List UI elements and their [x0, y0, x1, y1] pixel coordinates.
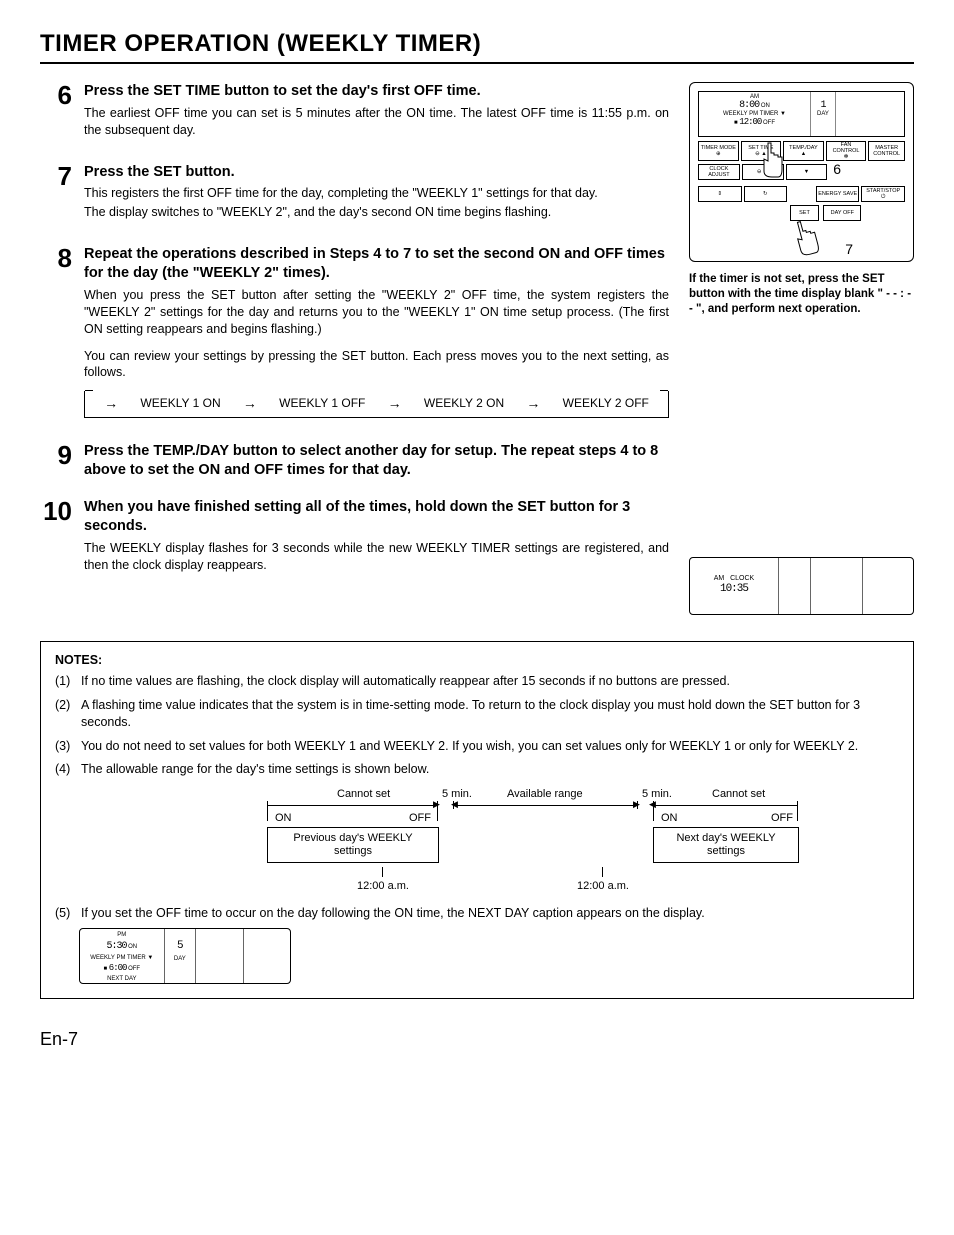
flow-item: WEEKLY 2 OFF: [563, 396, 649, 410]
flow-item: WEEKLY 1 OFF: [279, 396, 365, 410]
lcd-day: DAY: [174, 956, 186, 962]
lcd-time-on: 8:00: [739, 100, 759, 111]
arrow-icon: →: [388, 395, 402, 411]
step-title: When you have finished setting all of th…: [84, 498, 669, 536]
step-title: Repeat the operations described in Steps…: [84, 245, 669, 283]
temp-down-button[interactable]: ▼: [786, 164, 828, 180]
lcd-time-off: 6:00: [109, 963, 127, 973]
fan-control-button[interactable]: FAN CONTROL✻: [826, 141, 867, 161]
step-9: 9 Press the TEMP./DAY button to select a…: [40, 442, 669, 484]
arrow-icon: →: [526, 395, 540, 411]
right-column: AM 8:00 ON WEEKLY PM TIMER ▼ ■ 12:00 OFF…: [689, 82, 914, 615]
label-midnight: 12:00 a.m.: [577, 879, 629, 894]
lcd-timer: TIMER: [127, 955, 146, 961]
step-title: Press the SET button.: [84, 163, 669, 182]
label-off: OFF: [409, 811, 431, 826]
lcd-off: OFF: [763, 120, 775, 126]
lcd-am: AM: [714, 575, 725, 582]
note-text: If no time values are flashing, the cloc…: [81, 673, 730, 691]
lcd-weekly: WEEKLY: [90, 955, 114, 961]
start-stop-button[interactable]: START/STOP ⏻: [861, 186, 905, 202]
step-number: 9: [40, 442, 74, 484]
lcd-off: OFF: [128, 966, 140, 972]
step-title: Press the SET TIME button to set the day…: [84, 82, 669, 101]
label-off: OFF: [771, 811, 793, 826]
step-title: Press the TEMP./DAY button to select ano…: [84, 442, 669, 480]
lcd-on: ON: [128, 944, 137, 950]
next-settings-box: Next day's WEEKLY settings: [653, 827, 799, 863]
note-text: A flashing time value indicates that the…: [81, 697, 899, 732]
lcd-next-day: NEXT DAY: [107, 976, 136, 982]
page-number: En-7: [40, 1029, 914, 1050]
remote-diagram: AM 8:00 ON WEEKLY PM TIMER ▼ ■ 12:00 OFF…: [689, 82, 914, 262]
step-number: 10: [40, 498, 74, 583]
flow-item: WEEKLY 1 ON: [140, 396, 220, 410]
refresh-button[interactable]: ↻: [744, 186, 788, 202]
step-number: 6: [40, 82, 74, 149]
remote-note: If the timer is not set, press the SET b…: [689, 272, 914, 317]
note-number: (4): [55, 761, 77, 779]
hand-pointer-icon: [756, 141, 786, 181]
note-number: (1): [55, 673, 77, 691]
clock-adjust-button[interactable]: CLOCK ADJUST: [698, 164, 740, 180]
lcd-clock-label: CLOCK: [730, 575, 754, 582]
lcd-timer: TIMER: [760, 111, 779, 117]
callout-7: 7: [845, 241, 853, 257]
step-10: 10 When you have finished setting all of…: [40, 498, 669, 583]
flow-item: WEEKLY 2 ON: [424, 396, 504, 410]
step-6: 6 Press the SET TIME button to set the d…: [40, 82, 669, 149]
step-text: The WEEKLY display flashes for 3 seconds…: [84, 540, 669, 574]
notes-title: NOTES:: [55, 652, 899, 670]
master-control-button[interactable]: MASTER CONTROL: [868, 141, 905, 161]
label-5min: 5 min.: [642, 787, 672, 802]
lcd-time-on: 5:30: [106, 941, 126, 952]
swap-button[interactable]: ⇕: [698, 186, 742, 202]
notes-box: NOTES: (1)If no time values are flashing…: [40, 641, 914, 1000]
step-text: This registers the first OFF time for th…: [84, 185, 669, 221]
label-on: ON: [275, 811, 292, 826]
note-number: (2): [55, 697, 77, 732]
page-title: TIMER OPERATION (WEEKLY TIMER): [40, 30, 914, 64]
lcd-time-off: 12:00: [739, 117, 761, 127]
step-7: 7 Press the SET button. This registers t…: [40, 163, 669, 232]
label-available: Available range: [507, 787, 583, 802]
note-text: You do not need to set values for both W…: [81, 738, 858, 756]
arrow-icon: →: [243, 395, 257, 411]
step-text: The earliest OFF time you can set is 5 m…: [84, 105, 669, 139]
lcd-day: DAY: [817, 111, 829, 117]
day-off-button[interactable]: DAY OFF: [823, 205, 861, 221]
note-text: If you set the OFF time to occur on the …: [81, 905, 705, 923]
hand-pointer-icon: [785, 216, 824, 262]
energy-save-button[interactable]: ENERGY SAVE: [816, 186, 860, 202]
step-number: 8: [40, 245, 74, 418]
label-on: ON: [661, 811, 678, 826]
lcd-day-num: 1: [820, 100, 825, 111]
step-number: 7: [40, 163, 74, 232]
callout-6: 6: [833, 161, 841, 177]
label-cannot-set: Cannot set: [337, 787, 390, 802]
step-8: 8 Repeat the operations described in Ste…: [40, 245, 669, 418]
note-number: (5): [55, 905, 77, 923]
remote-display: AM 8:00 ON WEEKLY PM TIMER ▼ ■ 12:00 OFF…: [698, 91, 905, 137]
label-cannot-set: Cannot set: [712, 787, 765, 802]
prev-settings-box: Previous day's WEEKLY settings: [267, 827, 439, 863]
lcd-pm: PM: [116, 955, 125, 961]
left-column: 6 Press the SET TIME button to set the d…: [40, 82, 669, 615]
lcd-on: ON: [761, 103, 770, 109]
range-diagram: Cannot set 5 min. Available range 5 min.…: [157, 787, 797, 897]
timer-mode-button[interactable]: TIMER MODE⊕: [698, 141, 739, 161]
note-number: (3): [55, 738, 77, 756]
temp-day-button[interactable]: TEMP./DAY▲: [783, 141, 824, 161]
lcd-day-num: 5: [177, 940, 183, 952]
main-columns: 6 Press the SET TIME button to set the d…: [40, 82, 914, 615]
label-midnight: 12:00 a.m.: [357, 879, 409, 894]
clock-lcd: AM CLOCK 10:35: [689, 557, 914, 615]
step-text: When you press the SET button after sett…: [84, 287, 669, 381]
lcd-pm: PM: [117, 932, 126, 938]
next-day-lcd: PM 5:30 ON WEEKLY PM TIMER ▼ ■ 6:00 OFF …: [79, 928, 291, 984]
settings-flow: → WEEKLY 1 ON → WEEKLY 1 OFF → WEEKLY 2 …: [84, 391, 669, 418]
arrow-icon: →: [104, 395, 118, 411]
lcd-time: 10:35: [690, 583, 778, 596]
note-text: The allowable range for the day's time s…: [81, 761, 429, 779]
